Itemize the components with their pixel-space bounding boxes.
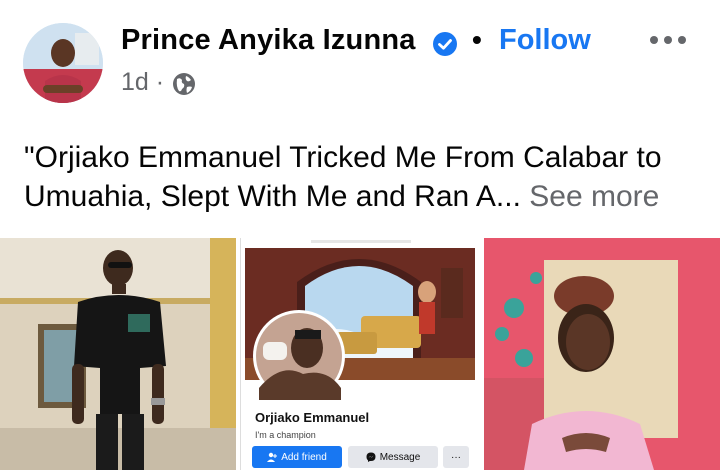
profile-bio: I'm a champion xyxy=(255,430,316,440)
messenger-icon xyxy=(366,452,376,462)
author-name[interactable]: Prince Anyika Izunna xyxy=(121,24,416,57)
profile-more-button[interactable]: ··· xyxy=(443,446,469,468)
more-options-icon[interactable] xyxy=(648,30,688,50)
message-label: Message xyxy=(379,451,421,463)
verified-badge-icon xyxy=(433,32,457,56)
post-header: Prince Anyika Izunna • Follow 1d · xyxy=(0,0,720,110)
separator-dot: • xyxy=(472,24,482,55)
profile-name: Orjiako Emmanuel xyxy=(255,410,370,425)
see-more-link[interactable]: See more xyxy=(529,180,659,213)
add-friend-icon xyxy=(267,452,278,462)
author-avatar[interactable] xyxy=(23,23,103,103)
post-text: "Orjiako Emmanuel Tricked Me From Calaba… xyxy=(24,138,714,216)
photo-man-standing[interactable] xyxy=(0,238,236,470)
message-button[interactable]: Message xyxy=(348,446,438,468)
follow-button[interactable]: Follow xyxy=(499,24,591,57)
add-friend-label: Add friend xyxy=(281,451,327,463)
post-timestamp[interactable]: 1d · xyxy=(121,68,164,97)
photo-grid: Orjiako Emmanuel I'm a champion Add frie… xyxy=(0,238,720,470)
photo-woman[interactable] xyxy=(484,238,720,470)
embedded-profile-screenshot[interactable]: Orjiako Emmanuel I'm a champion Add frie… xyxy=(240,238,480,470)
globe-icon[interactable] xyxy=(172,72,196,96)
add-friend-button[interactable]: Add friend xyxy=(252,446,342,468)
